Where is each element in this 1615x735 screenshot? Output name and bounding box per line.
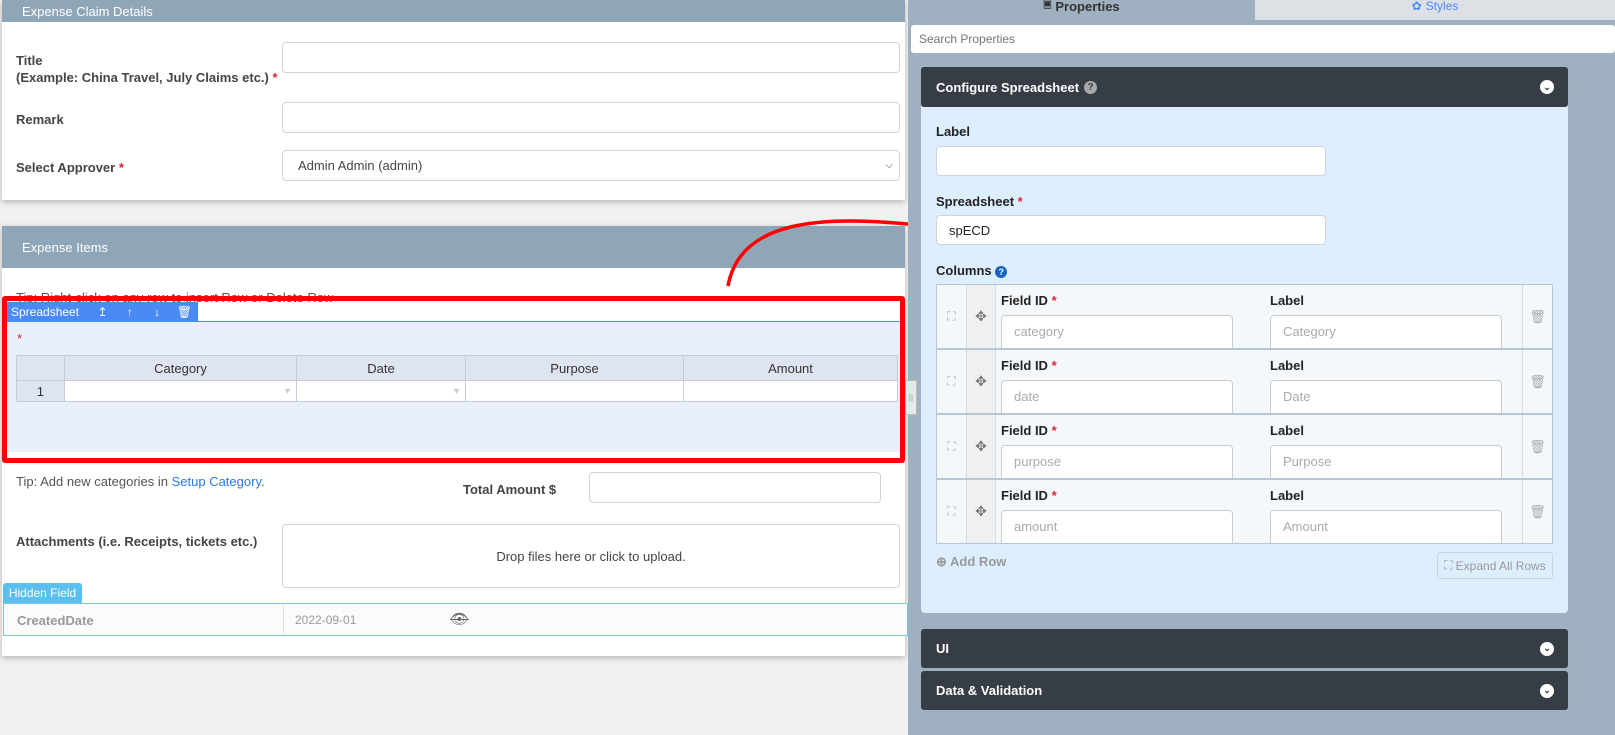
divider xyxy=(283,604,284,635)
column-label-input[interactable]: Category xyxy=(1270,315,1502,348)
configure-spreadsheet-header[interactable]: Configure Spreadsheet? ⌄ xyxy=(921,67,1568,107)
search-properties-input[interactable] xyxy=(911,25,1615,53)
title-input[interactable] xyxy=(282,42,900,73)
setup-category-link[interactable]: Setup Category xyxy=(172,474,261,489)
column-label-input[interactable]: Amount xyxy=(1270,510,1502,543)
remark-input[interactable] xyxy=(282,102,900,133)
column-label-label: Label xyxy=(1270,423,1304,438)
field-id-input[interactable]: category xyxy=(1001,315,1233,348)
move-icon[interactable]: ✥ xyxy=(967,285,996,348)
column-label-label: Label xyxy=(1270,488,1304,503)
move-icon[interactable]: ✥ xyxy=(967,480,996,543)
column-label-input[interactable]: Purpose xyxy=(1270,445,1502,478)
expand-icon[interactable]: ⛶ xyxy=(937,480,967,543)
field-id-label: Field ID * xyxy=(1001,358,1057,373)
tip-setup-category: Tip: Add new categories in Setup Categor… xyxy=(16,474,265,489)
help-icon[interactable]: ? xyxy=(995,266,1008,278)
palette-icon: ✿ xyxy=(1411,0,1422,13)
file-icon: 🗏 xyxy=(1043,0,1052,11)
section-ui[interactable]: UI ⌄ xyxy=(921,629,1568,668)
card-title: Expense Claim Details xyxy=(22,3,153,19)
plus-circle-icon: ⊕ xyxy=(936,554,947,569)
eye-slash-icon: 👁 xyxy=(450,611,470,628)
trash-icon[interactable]: 🗑 xyxy=(1522,285,1552,348)
total-amount-label: Total Amount $ xyxy=(463,482,557,497)
chevron-down-icon[interactable]: ⌄ xyxy=(1540,683,1554,698)
field-id-input[interactable]: purpose xyxy=(1001,445,1233,478)
chevron-down-icon[interactable]: ⌄ xyxy=(1540,641,1554,656)
field-id-label: Field ID * xyxy=(1001,423,1057,438)
trash-icon[interactable]: 🗑 xyxy=(1522,480,1552,543)
hidden-field-tag: Hidden Field xyxy=(3,583,82,603)
move-icon[interactable]: ✥ xyxy=(967,415,996,478)
expand-all-rows-button[interactable]: ⛶ Expand All Rows xyxy=(1437,552,1553,579)
hidden-field-value: 2022-09-01 xyxy=(295,613,357,627)
column-config-row: ⛶ ✥ Field ID * amount Label Amount 🗑 xyxy=(936,479,1553,544)
hidden-field-label: CreatedDate xyxy=(17,613,94,628)
highlight-box xyxy=(2,296,905,463)
field-id-input[interactable]: amount xyxy=(1001,510,1233,543)
card-title: Expense Items xyxy=(22,239,108,255)
file-dropzone[interactable]: Drop files here or click to upload. xyxy=(282,524,900,588)
add-row-button[interactable]: ⊕ Add Row xyxy=(936,554,1006,570)
column-config-row: ⛶ ✥ Field ID * purpose Label Purpose 🗑 xyxy=(936,414,1553,479)
hidden-field-row[interactable]: CreatedDate 2022-09-01 👁 xyxy=(3,603,908,636)
tab-properties[interactable]: 🗏 Properties xyxy=(908,0,1255,20)
approver-select[interactable]: Admin Admin (admin) ⌵ xyxy=(282,150,900,181)
columns-label: Columns ? xyxy=(936,263,1008,278)
card-header: Expense Claim Details xyxy=(2,0,905,22)
spreadsheet-label: Spreadsheet * xyxy=(936,194,1023,209)
move-icon[interactable]: ✥ xyxy=(967,350,996,413)
expand-icon: ⛶ xyxy=(1444,558,1453,572)
help-icon[interactable]: ? xyxy=(1084,80,1098,94)
field-id-input[interactable]: date xyxy=(1001,380,1233,413)
chevron-down-icon: ⌵ xyxy=(885,160,893,171)
tab-styles[interactable]: ✿ Styles xyxy=(1255,0,1615,20)
column-label-label: Label xyxy=(1270,358,1304,373)
expand-icon[interactable]: ⛶ xyxy=(937,350,967,413)
spreadsheet-id-input[interactable]: spECD xyxy=(936,215,1326,245)
trash-icon[interactable]: 🗑 xyxy=(1522,415,1552,478)
column-config-row: ⛶ ✥ Field ID * category Label Category 🗑 xyxy=(936,284,1553,349)
remark-label: Remark xyxy=(16,112,64,127)
trash-icon[interactable]: 🗑 xyxy=(1522,350,1552,413)
label-input[interactable] xyxy=(936,146,1326,176)
column-label-input[interactable]: Date xyxy=(1270,380,1502,413)
section-data-validation[interactable]: Data & Validation ⌄ xyxy=(921,671,1568,710)
field-id-label: Field ID * xyxy=(1001,293,1057,308)
label-label: Label xyxy=(936,124,970,139)
chevron-down-icon[interactable]: ⌄ xyxy=(1540,80,1554,94)
field-id-label: Field ID * xyxy=(1001,488,1057,503)
approver-label: Select Approver * xyxy=(16,160,124,175)
annotation-arrow xyxy=(726,216,932,287)
title-label: Title (Example: China Travel, July Claims… xyxy=(16,53,278,85)
resize-handle[interactable]: || xyxy=(905,380,917,415)
column-label-label: Label xyxy=(1270,293,1304,308)
expand-icon[interactable]: ⛶ xyxy=(937,285,967,348)
expand-icon[interactable]: ⛶ xyxy=(937,415,967,478)
attachments-label: Attachments (i.e. Receipts, tickets etc.… xyxy=(16,534,258,549)
total-amount-input[interactable] xyxy=(589,472,881,503)
column-config-row: ⛶ ✥ Field ID * date Label Date 🗑 xyxy=(936,349,1553,414)
